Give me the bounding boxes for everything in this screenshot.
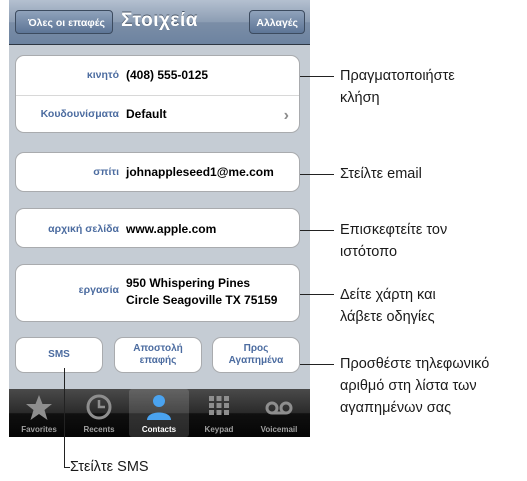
share-contact-button[interactable]: Αποστολή επαφής bbox=[114, 337, 202, 373]
keypad-icon bbox=[209, 396, 229, 415]
homepage-value: www.apple.com bbox=[126, 222, 217, 236]
clock-icon bbox=[86, 394, 112, 420]
ringtone-value: Default bbox=[126, 107, 167, 121]
star-icon bbox=[26, 395, 52, 420]
chevron-right-icon: › bbox=[283, 107, 289, 124]
add-to-favorites-button[interactable]: Προς Αγαπημένα bbox=[212, 337, 300, 373]
ringtone-label: Κουδουνίσματα bbox=[40, 108, 119, 120]
iphone-screen: Όλες οι επαφές Στοιχεία Αλλαγές κινητό (… bbox=[9, 0, 310, 437]
address-group[interactable]: εργασία 950 Whispering Pines Circle Seag… bbox=[15, 264, 300, 322]
voicemail-icon bbox=[265, 401, 293, 415]
add-to-favorites-label: Προς Αγαπημένα bbox=[228, 343, 284, 366]
callout-website: Επισκεφτείτε τον ιστότοπο bbox=[340, 222, 448, 260]
callout-line-email bbox=[300, 174, 334, 175]
tab-recents-label: Recents bbox=[83, 425, 115, 434]
address-line-2: Circle Seagoville TX 75159 bbox=[126, 293, 278, 307]
phone-group: κινητό (408) 555-0125 Κουδουνίσματα Defa… bbox=[15, 55, 300, 133]
share-contact-label: Αποστολή επαφής bbox=[133, 343, 183, 366]
tab-favorites[interactable]: Favorites bbox=[9, 389, 69, 437]
tab-recents[interactable]: Recents bbox=[69, 389, 129, 437]
address-line-1: 950 Whispering Pines bbox=[126, 276, 251, 290]
callout-sms: Στείλτε SMS bbox=[70, 459, 149, 475]
tab-keypad-label: Keypad bbox=[204, 425, 234, 434]
tab-voicemail[interactable]: Voicemail bbox=[249, 389, 309, 437]
tab-voicemail-label: Voicemail bbox=[260, 425, 298, 434]
edit-button[interactable]: Αλλαγές bbox=[249, 10, 305, 34]
email-group[interactable]: σπίτι johnappleseed1@me.com bbox=[15, 152, 300, 192]
person-icon bbox=[147, 395, 171, 420]
callout-line-web bbox=[300, 230, 334, 231]
mobile-row[interactable]: κινητό (408) 555-0125 bbox=[16, 56, 299, 95]
tab-contacts-label: Contacts bbox=[141, 425, 177, 434]
callout-line-sms-vertical bbox=[64, 368, 65, 468]
tab-keypad[interactable]: Keypad bbox=[189, 389, 249, 437]
home-label: σπίτι bbox=[93, 166, 119, 178]
callout-line-favorites bbox=[300, 364, 334, 365]
homepage-group[interactable]: αρχική σελίδα www.apple.com bbox=[15, 208, 300, 248]
mobile-number: (408) 555-0125 bbox=[126, 68, 209, 82]
callout-favorites: Προσθέστε τηλεφωνικό αριθμό στη λίστα των… bbox=[340, 356, 490, 416]
callout-line-map bbox=[300, 294, 334, 295]
sms-button[interactable]: SMS bbox=[15, 337, 103, 373]
email-value: johnappleseed1@me.com bbox=[126, 165, 274, 179]
callout-line-call bbox=[300, 76, 334, 77]
tab-bar: Favorites Recents Contacts Keypad Voicem… bbox=[9, 389, 310, 437]
navigation-bar: Όλες οι επαφές Στοιχεία Αλλαγές bbox=[9, 0, 310, 45]
ringtone-row[interactable]: Κουδουνίσματα Default › bbox=[16, 95, 299, 133]
callout-map: Δείτε χάρτη και λάβετε οδηγίες bbox=[340, 287, 436, 325]
tab-favorites-label: Favorites bbox=[21, 425, 57, 434]
homepage-label: αρχική σελίδα bbox=[48, 223, 119, 235]
callout-email: Στείλτε email bbox=[340, 166, 422, 182]
callout-call: Πραγματοποιήστε κλήση bbox=[340, 68, 455, 106]
work-label: εργασία bbox=[78, 284, 119, 296]
tab-contacts[interactable]: Contacts bbox=[129, 389, 189, 437]
sms-button-label: SMS bbox=[48, 349, 70, 360]
mobile-label: κινητό bbox=[86, 69, 119, 81]
